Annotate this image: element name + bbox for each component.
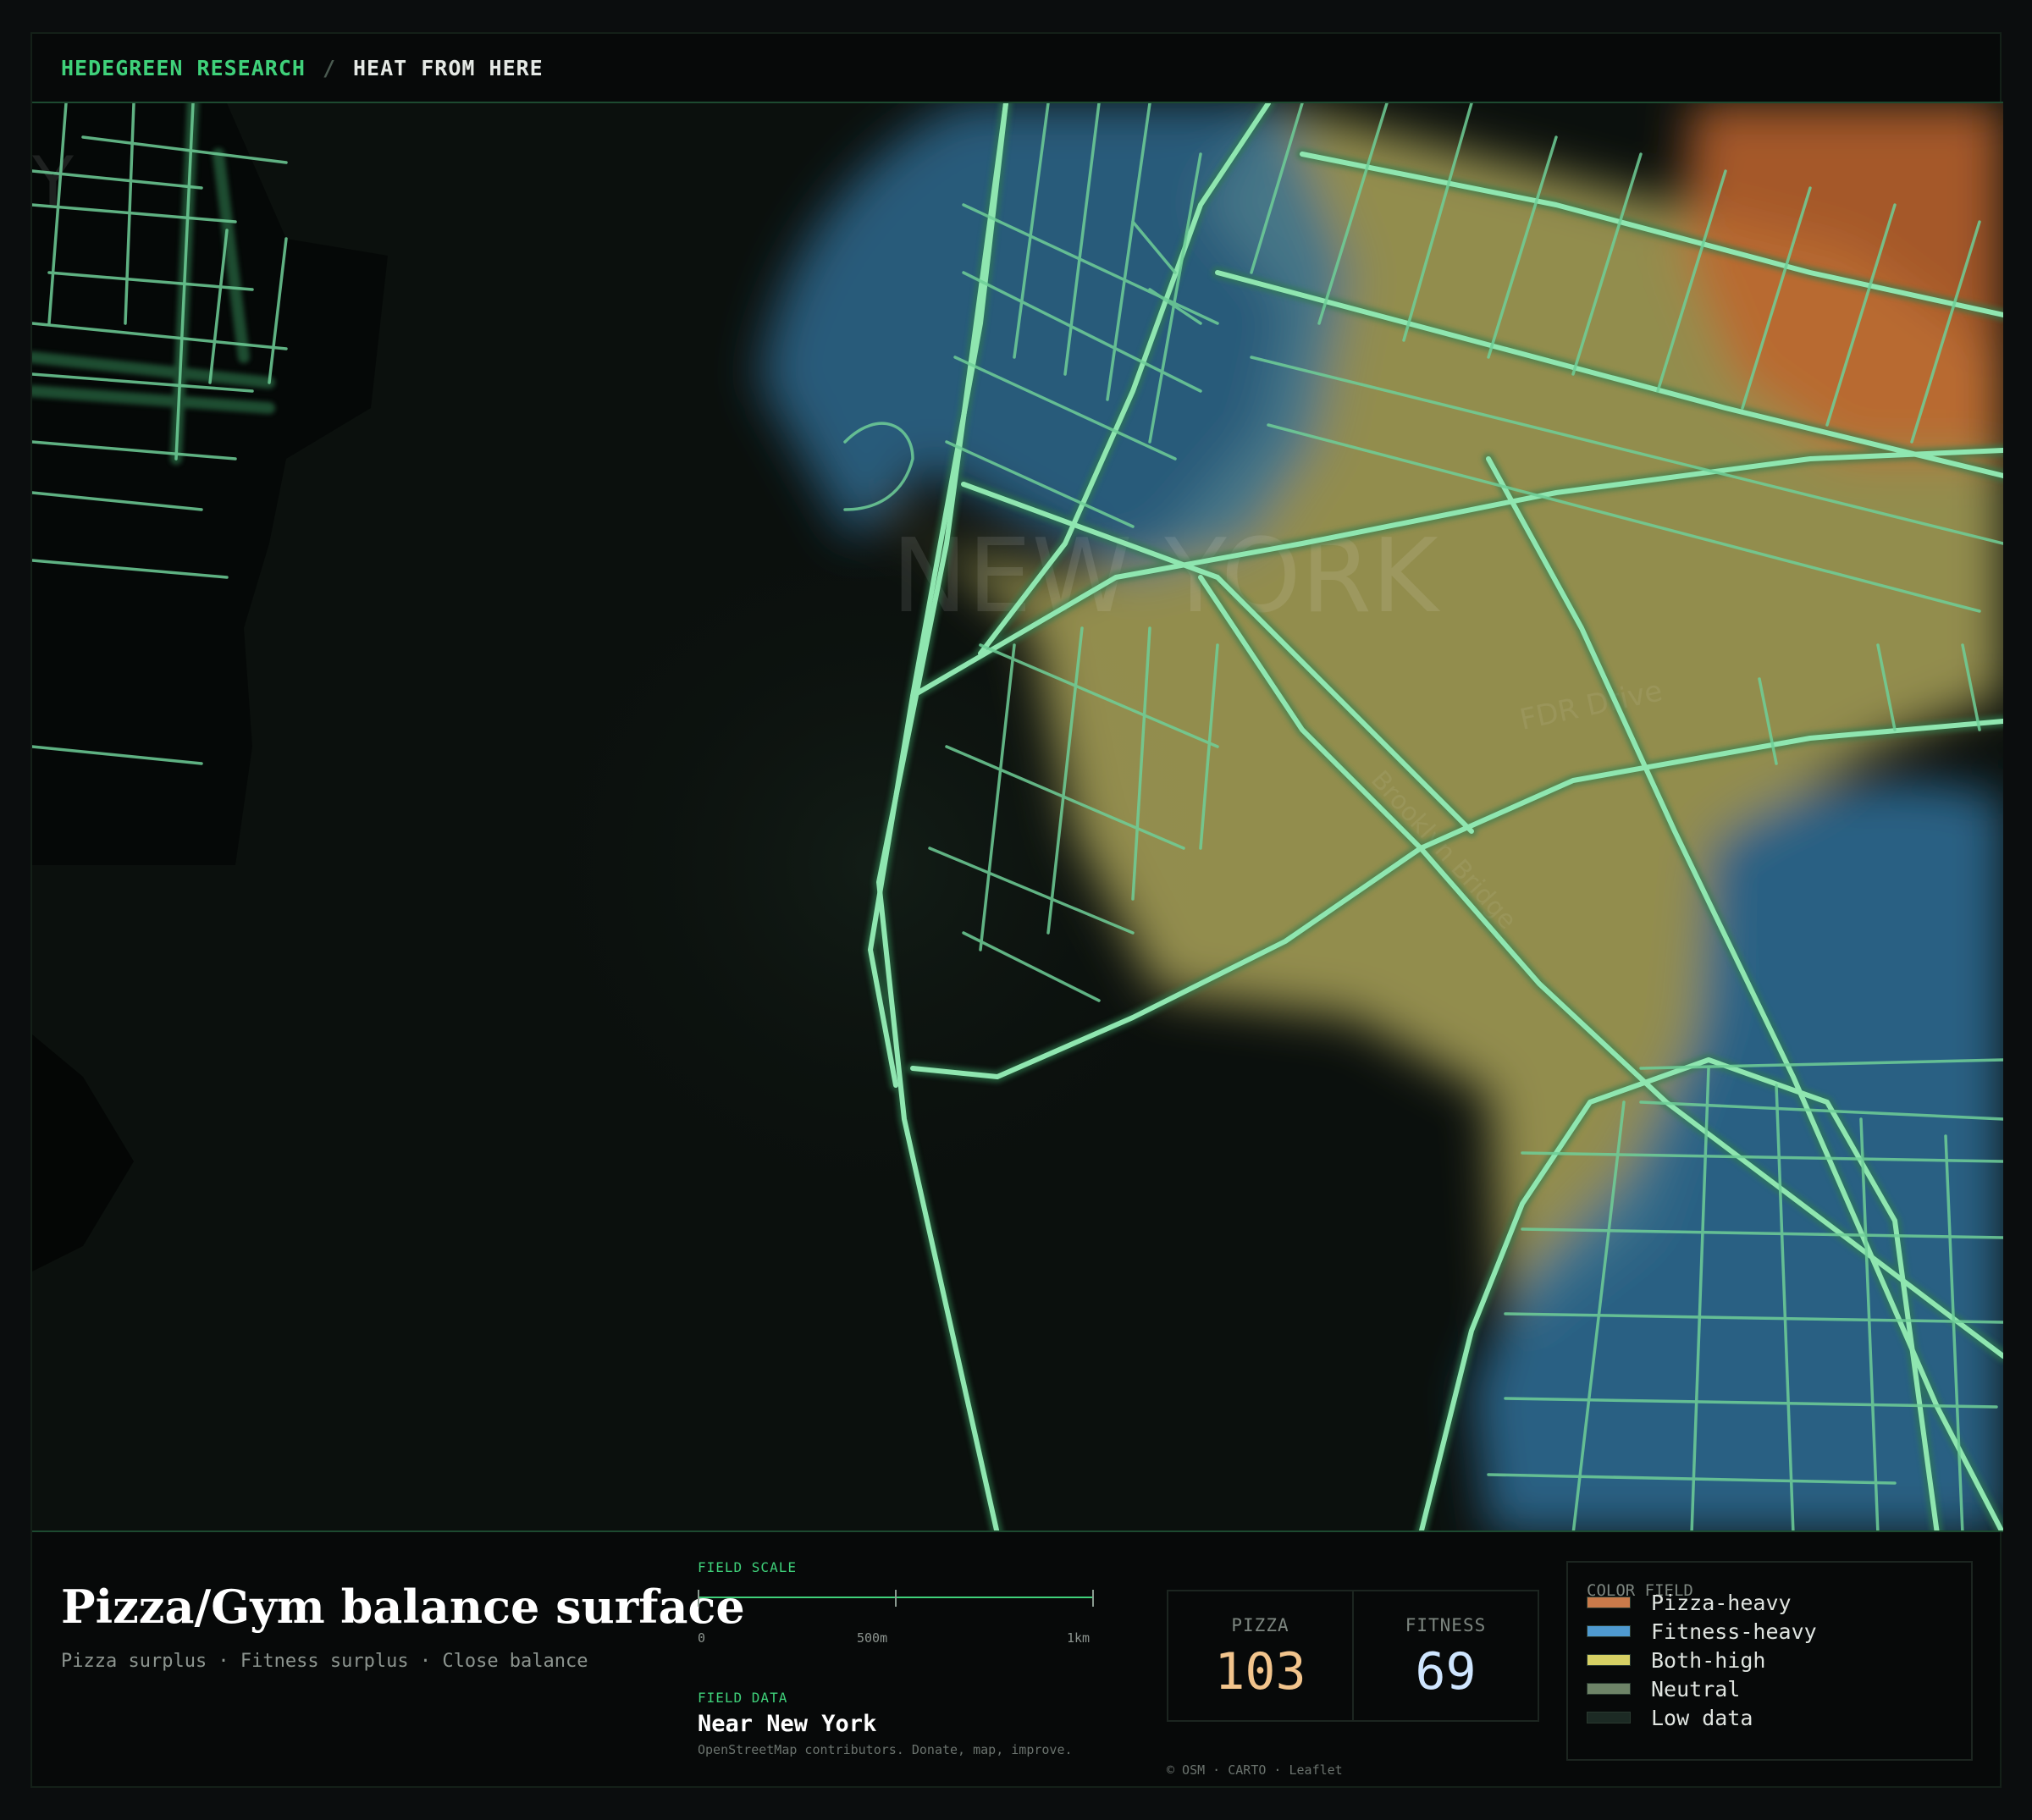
legend-item: Pizza-heavy	[1587, 1588, 1817, 1617]
legend-swatch	[1587, 1654, 1631, 1666]
fitness-count: FITNESS 69	[1352, 1591, 1538, 1720]
legend-swatch	[1587, 1712, 1631, 1723]
surface-subtitle: Pizza surplus · Fitness surplus · Close …	[61, 1651, 588, 1672]
header: HEDEGREEN RESEARCH / HEAT FROM HERE	[32, 34, 2000, 102]
legend-label: Low data	[1651, 1705, 1753, 1730]
place-name: Near New York	[698, 1711, 877, 1737]
field-scale: FIELD SCALE 0 500m 1km	[698, 1559, 1104, 1646]
legend-label: Neutral	[1651, 1676, 1741, 1701]
field-data-label: FIELD DATA	[698, 1690, 788, 1706]
field-data: FIELD DATA Near New York OpenStreetMap c…	[698, 1690, 1073, 1757]
fitness-value: 69	[1415, 1642, 1477, 1701]
scale-bar	[698, 1590, 1094, 1607]
legend-list: Pizza-heavy Fitness-heavy Both-high Neut…	[1587, 1588, 1817, 1732]
legend-label: Both-high	[1651, 1647, 1766, 1673]
legend-item: Both-high	[1587, 1646, 1817, 1674]
map-attribution[interactable]: © OSM · CARTO · Leaflet	[1167, 1762, 1343, 1778]
scale-tick	[895, 1590, 897, 1607]
color-legend: COLOR FIELD Pizza-heavy Fitness-heavy Bo…	[1566, 1561, 1973, 1761]
legend-item: Fitness-heavy	[1587, 1617, 1817, 1646]
legend-label: Fitness-heavy	[1651, 1619, 1817, 1644]
counts-panel: PIZZA 103 FITNESS 69	[1167, 1590, 1539, 1722]
osm-credit: OpenStreetMap contributors. Donate, map,…	[698, 1742, 1073, 1757]
info-panel: Pizza/Gym balance surface Pizza surplus …	[32, 1532, 2000, 1790]
brand-link[interactable]: HEDEGREEN RESEARCH	[61, 56, 306, 80]
scale-label-500m: 500m	[857, 1630, 888, 1646]
surface-title: Pizza/Gym balance surface	[61, 1580, 745, 1634]
legend-swatch	[1587, 1625, 1631, 1637]
legend-swatch	[1587, 1597, 1631, 1608]
map-canvas[interactable]: NEW YORK Y FDR Drive Brooklyn Bridge	[32, 103, 2003, 1532]
pizza-label: PIZZA	[1231, 1615, 1289, 1635]
legend-label: Pizza-heavy	[1651, 1590, 1792, 1615]
breadcrumb-separator: /	[322, 55, 336, 80]
pizza-count: PIZZA 103	[1168, 1591, 1352, 1720]
scale-tick	[698, 1590, 699, 1607]
pizza-value: 103	[1214, 1642, 1306, 1701]
legend-swatch	[1587, 1683, 1631, 1695]
scale-label-0: 0	[698, 1630, 706, 1646]
fitness-label: FITNESS	[1405, 1615, 1487, 1635]
field-scale-label: FIELD SCALE	[698, 1559, 797, 1575]
map-view[interactable]: NEW YORK Y FDR Drive Brooklyn Bridge	[32, 102, 2003, 1532]
legend-item: Low data	[1587, 1703, 1817, 1732]
legend-item: Neutral	[1587, 1674, 1817, 1703]
app-frame: HEDEGREEN RESEARCH / HEAT FROM HERE NEW …	[30, 32, 2003, 1790]
scale-tick	[1092, 1590, 1094, 1607]
scale-label-1km: 1km	[1067, 1630, 1091, 1646]
page-title: HEAT FROM HERE	[353, 55, 544, 80]
